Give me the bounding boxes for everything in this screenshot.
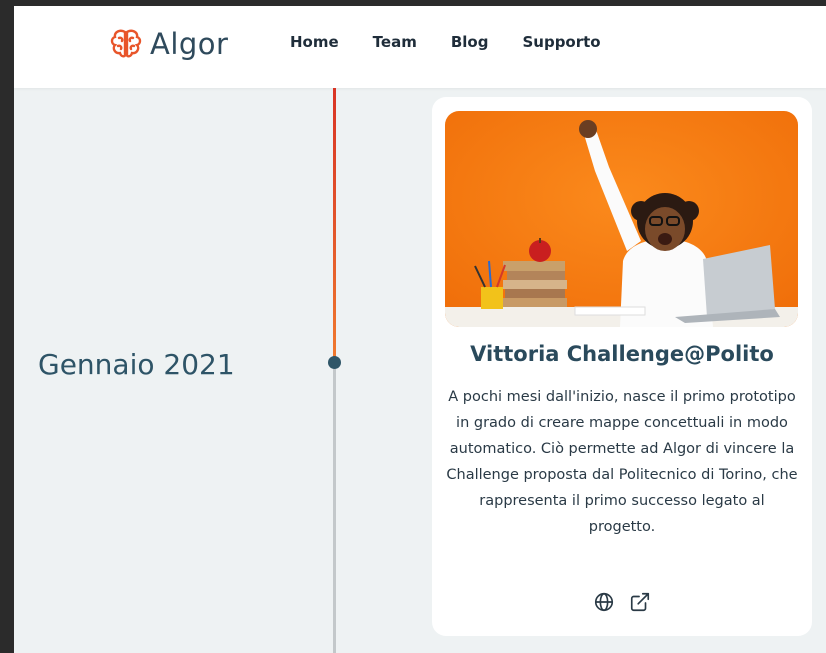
- timeline-line-progress: [333, 88, 336, 362]
- brain-icon: [110, 29, 142, 58]
- brand-name: Algor: [150, 27, 229, 61]
- timeline-marker: [328, 356, 341, 369]
- card-links: [432, 591, 812, 613]
- card-description: A pochi mesi dall'inizio, nasce il primo…: [446, 389, 798, 535]
- page-frame: Algor Home Team Blog Supporto Gennaio 20…: [14, 6, 826, 653]
- navbar: Algor Home Team Blog Supporto: [14, 6, 826, 88]
- nav-supporto[interactable]: Supporto: [522, 33, 600, 51]
- timeline-card: Vittoria Challenge@Polito A pochi mesi d…: [432, 97, 812, 636]
- nav-blog[interactable]: Blog: [451, 33, 489, 51]
- card-title: Vittoria Challenge@Polito: [470, 342, 774, 366]
- brand-logo[interactable]: Algor: [108, 22, 228, 66]
- nav-team[interactable]: Team: [373, 33, 417, 51]
- timeline-date: Gennaio 2021: [38, 348, 235, 381]
- card-photo: [445, 111, 798, 327]
- timeline-line: [333, 369, 336, 653]
- main-nav: Home Team Blog Supporto: [290, 33, 601, 51]
- nav-home[interactable]: Home: [290, 33, 339, 51]
- globe-icon[interactable]: [593, 591, 615, 613]
- external-link-icon[interactable]: [629, 591, 651, 613]
